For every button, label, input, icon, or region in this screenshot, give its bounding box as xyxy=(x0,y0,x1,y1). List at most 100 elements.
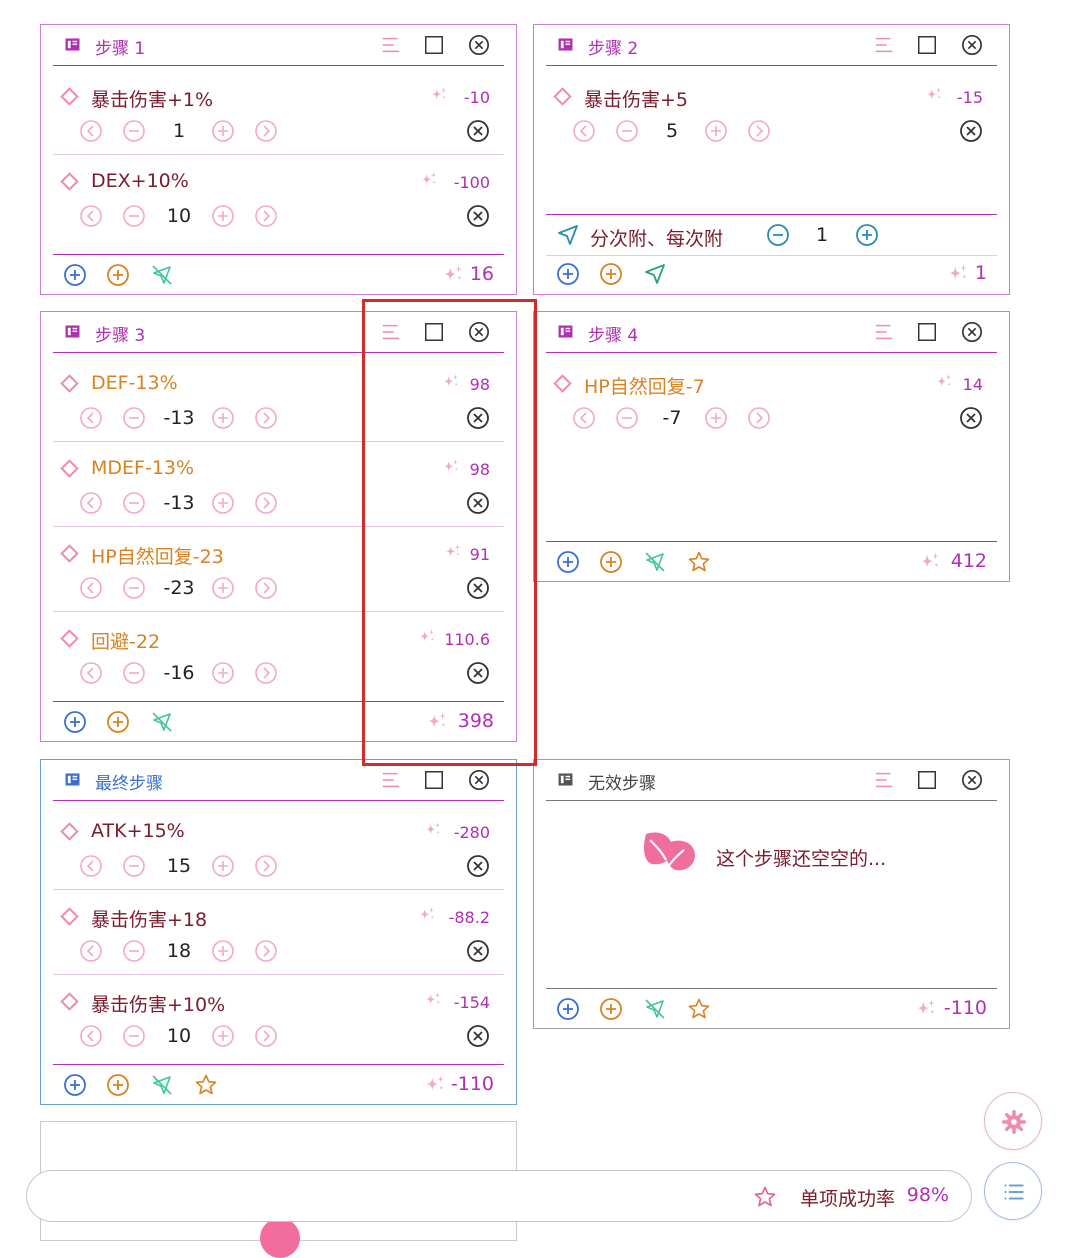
plus-circle-icon[interactable] xyxy=(211,119,235,143)
plus-circle-icon[interactable] xyxy=(211,1024,235,1048)
plus-circle-icon[interactable] xyxy=(211,406,235,430)
chevron-left-circle-icon[interactable] xyxy=(79,576,103,600)
add-circle-icon[interactable] xyxy=(599,997,623,1021)
item-value[interactable]: 5 xyxy=(650,120,694,142)
item-value[interactable]: -13 xyxy=(157,492,201,514)
chevron-left-circle-icon[interactable] xyxy=(79,204,103,228)
settings-button[interactable] xyxy=(984,1092,1042,1150)
close-circle-icon[interactable] xyxy=(959,119,983,143)
chevron-left-circle-icon[interactable] xyxy=(79,406,103,430)
item-value[interactable]: 15 xyxy=(157,855,201,877)
chevron-right-circle-icon[interactable] xyxy=(254,119,278,143)
minus-circle-icon[interactable] xyxy=(122,854,146,878)
item-value[interactable]: 10 xyxy=(157,205,201,227)
navigation-off-icon[interactable] xyxy=(150,710,174,734)
plus-circle-icon[interactable] xyxy=(211,939,235,963)
plus-circle-icon[interactable] xyxy=(704,406,728,430)
chevron-right-circle-icon[interactable] xyxy=(254,939,278,963)
menu-lines-icon[interactable] xyxy=(873,321,895,343)
item-value[interactable]: -13 xyxy=(157,407,201,429)
chevron-right-circle-icon[interactable] xyxy=(254,854,278,878)
add-circle-icon[interactable] xyxy=(106,710,130,734)
close-circle-icon[interactable] xyxy=(468,321,490,343)
chevron-right-circle-icon[interactable] xyxy=(254,204,278,228)
minus-circle-icon[interactable] xyxy=(122,406,146,430)
navigation-icon[interactable] xyxy=(643,262,667,286)
close-circle-icon[interactable] xyxy=(466,576,490,600)
item-value[interactable]: -7 xyxy=(650,407,694,429)
chevron-right-circle-icon[interactable] xyxy=(747,119,771,143)
plus-circle-icon[interactable] xyxy=(211,204,235,228)
add-circle-icon[interactable] xyxy=(599,550,623,574)
minus-circle-icon[interactable] xyxy=(122,939,146,963)
add-circle-icon[interactable] xyxy=(63,710,87,734)
menu-lines-icon[interactable] xyxy=(380,769,402,791)
close-circle-icon[interactable] xyxy=(961,34,983,56)
close-circle-icon[interactable] xyxy=(961,769,983,791)
chevron-left-circle-icon[interactable] xyxy=(79,939,103,963)
minus-circle-icon[interactable] xyxy=(122,204,146,228)
chevron-left-circle-icon[interactable] xyxy=(79,854,103,878)
add-circle-icon[interactable] xyxy=(599,262,623,286)
close-circle-icon[interactable] xyxy=(466,406,490,430)
menu-lines-icon[interactable] xyxy=(873,34,895,56)
chevron-right-circle-icon[interactable] xyxy=(254,576,278,600)
chevron-right-circle-icon[interactable] xyxy=(254,491,278,515)
plus-circle-icon[interactable] xyxy=(704,119,728,143)
chevron-left-circle-icon[interactable] xyxy=(572,119,596,143)
chevron-left-circle-icon[interactable] xyxy=(79,119,103,143)
chevron-right-circle-icon[interactable] xyxy=(254,1024,278,1048)
navigation-off-icon[interactable] xyxy=(643,550,667,574)
minus-circle-icon[interactable] xyxy=(122,1024,146,1048)
add-circle-icon[interactable] xyxy=(556,262,580,286)
navigation-off-icon[interactable] xyxy=(150,1073,174,1097)
add-circle-icon[interactable] xyxy=(556,997,580,1021)
attach-value[interactable]: 1 xyxy=(800,224,844,246)
navigation-icon[interactable] xyxy=(556,223,580,247)
menu-lines-icon[interactable] xyxy=(873,769,895,791)
plus-circle-icon[interactable] xyxy=(211,661,235,685)
checkbox-icon[interactable] xyxy=(423,321,445,343)
close-circle-icon[interactable] xyxy=(466,1024,490,1048)
star-icon[interactable] xyxy=(687,550,711,574)
item-value[interactable]: 18 xyxy=(157,940,201,962)
star-icon[interactable] xyxy=(194,1073,218,1097)
checkbox-icon[interactable] xyxy=(916,769,938,791)
list-button[interactable] xyxy=(984,1162,1042,1220)
minus-circle-icon[interactable] xyxy=(122,119,146,143)
close-circle-icon[interactable] xyxy=(959,406,983,430)
plus-circle-icon[interactable] xyxy=(211,491,235,515)
checkbox-icon[interactable] xyxy=(916,321,938,343)
minus-circle-icon[interactable] xyxy=(122,491,146,515)
checkbox-icon[interactable] xyxy=(423,34,445,56)
checkbox-icon[interactable] xyxy=(916,34,938,56)
chevron-left-circle-icon[interactable] xyxy=(79,491,103,515)
star-icon[interactable] xyxy=(687,997,711,1021)
close-circle-icon[interactable] xyxy=(468,34,490,56)
add-circle-icon[interactable] xyxy=(106,1073,130,1097)
plus-circle-icon[interactable] xyxy=(855,223,879,247)
close-circle-icon[interactable] xyxy=(466,939,490,963)
minus-circle-icon[interactable] xyxy=(122,576,146,600)
close-circle-icon[interactable] xyxy=(466,491,490,515)
item-value[interactable]: -16 xyxy=(157,662,201,684)
close-circle-icon[interactable] xyxy=(961,321,983,343)
close-circle-icon[interactable] xyxy=(466,204,490,228)
minus-circle-icon[interactable] xyxy=(615,406,639,430)
chevron-right-circle-icon[interactable] xyxy=(747,406,771,430)
add-circle-icon[interactable] xyxy=(63,1073,87,1097)
close-circle-icon[interactable] xyxy=(468,769,490,791)
minus-circle-icon[interactable] xyxy=(615,119,639,143)
chevron-left-circle-icon[interactable] xyxy=(572,406,596,430)
add-circle-icon[interactable] xyxy=(63,263,87,287)
chevron-left-circle-icon[interactable] xyxy=(79,1024,103,1048)
checkbox-icon[interactable] xyxy=(423,769,445,791)
item-value[interactable]: 10 xyxy=(157,1025,201,1047)
minus-circle-icon[interactable] xyxy=(766,223,790,247)
close-circle-icon[interactable] xyxy=(466,854,490,878)
navigation-off-icon[interactable] xyxy=(150,263,174,287)
plus-circle-icon[interactable] xyxy=(211,576,235,600)
close-circle-icon[interactable] xyxy=(466,119,490,143)
item-value[interactable]: -23 xyxy=(157,577,201,599)
item-value[interactable]: 1 xyxy=(157,120,201,142)
